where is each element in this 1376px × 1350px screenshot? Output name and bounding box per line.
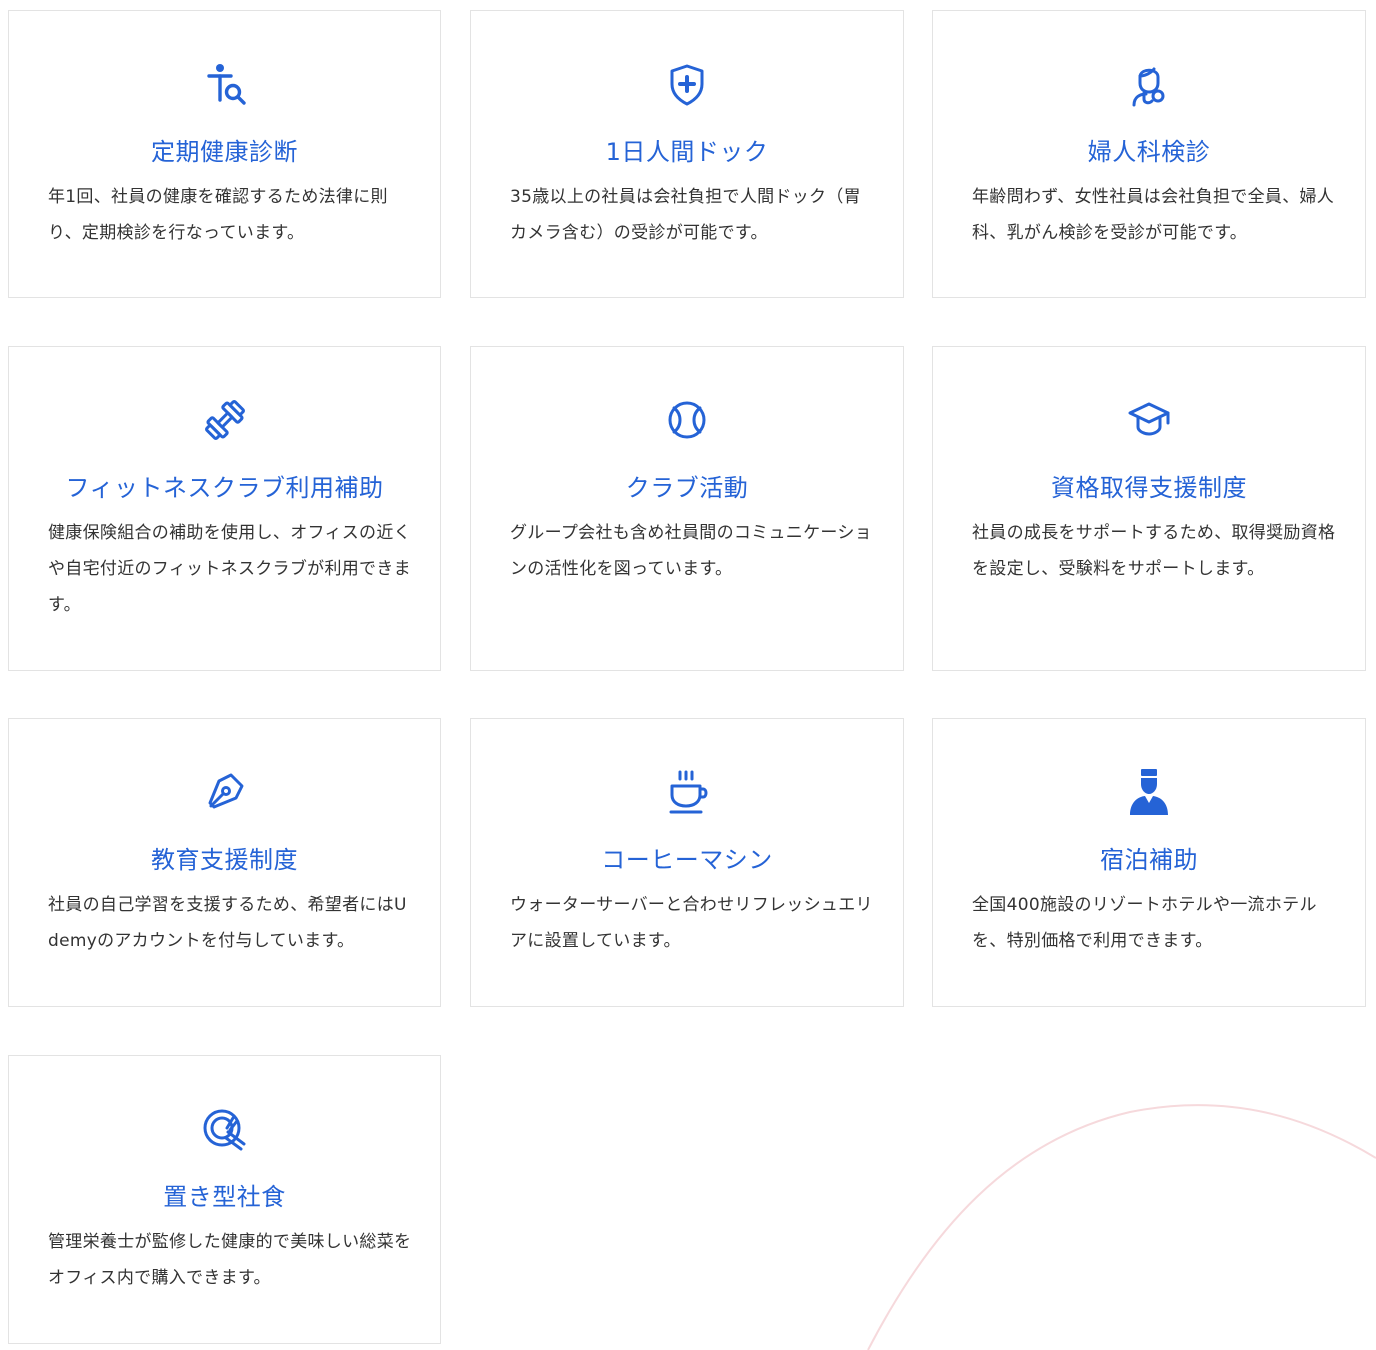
woman-stethoscope-icon	[1124, 59, 1174, 109]
benefit-title: 資格取得支援制度	[1051, 474, 1247, 502]
benefit-title: 置き型社食	[163, 1183, 286, 1211]
benefit-description: 社員の自己学習を支援するため、希望者にはUdemyのアカウントを付与しています。	[48, 895, 407, 951]
graduation-cap-icon	[1124, 395, 1174, 445]
benefit-description: 全国400施設のリゾートホテルや一流ホテルを、特別価格で利用できます。	[972, 895, 1317, 951]
benefit-card-qualification: 資格取得支援制度 社員の成長をサポートするため、取得奨励資格を設定し、受験料をサ…	[932, 346, 1366, 671]
benefit-title: 教育支援制度	[151, 846, 298, 874]
benefit-title: 宿泊補助	[1100, 846, 1198, 874]
benefit-title: 定期健康診断	[151, 138, 298, 166]
benefit-card-medical-checkup: 1日人間ドック 35歳以上の社員は会社負担で人間ドック（胃カメラ含む）の受診が可…	[470, 10, 904, 298]
benefit-description: ウォーターサーバーと合わせリフレッシュエリアに設置しています。	[510, 895, 873, 951]
pen-nib-icon	[200, 767, 250, 817]
benefit-title: フィットネスクラブ利用補助	[65, 474, 384, 502]
benefit-card-accommodation: 宿泊補助 全国400施設のリゾートホテルや一流ホテルを、特別価格で利用できます。	[932, 718, 1366, 1007]
benefit-description: 35歳以上の社員は会社負担で人間ドック（胃カメラ含む）の受診が可能です。	[510, 187, 861, 243]
benefit-description: 健康保険組合の補助を使用し、オフィスの近くや自宅付近のフィットネスクラブが利用で…	[48, 523, 411, 615]
benefit-description: グループ会社も含め社員間のコミュニケーションの活性化を図っています。	[510, 523, 872, 579]
dumbbell-icon	[200, 395, 250, 445]
shield-plus-icon	[662, 59, 712, 109]
benefit-title: コーヒーマシン	[601, 846, 773, 874]
benefit-description: 年1回、社員の健康を確認するため法律に則り、定期検診を行なっています。	[48, 187, 388, 243]
benefit-card-fitness: フィットネスクラブ利用補助 健康保険組合の補助を使用し、オフィスの近くや自宅付近…	[8, 346, 441, 671]
benefit-card-office-meals: 置き型社食 管理栄養士が監修した健康的で美味しい総菜をオフィス内で購入できます。	[8, 1055, 441, 1344]
benefit-card-health-checkup: 定期健康診断 年1回、社員の健康を確認するため法律に則り、定期検診を行なっていま…	[8, 10, 441, 298]
plate-fork-knife-icon	[200, 1104, 250, 1154]
coffee-cup-icon	[662, 767, 712, 817]
bellhop-icon	[1124, 767, 1174, 817]
benefit-description: 社員の成長をサポートするため、取得奨励資格を設定し、受験料をサポートします。	[972, 523, 1336, 579]
benefit-card-coffee: コーヒーマシン ウォーターサーバーと合わせリフレッシュエリアに設置しています。	[470, 718, 904, 1007]
benefit-card-gynecology: 婦人科検診 年齢問わず、女性社員は会社負担で全員、婦人科、乳がん検診を受診が可能…	[932, 10, 1366, 298]
benefit-description: 年齢問わず、女性社員は会社負担で全員、婦人科、乳がん検診を受診が可能です。	[972, 187, 1335, 243]
benefit-title: クラブ活動	[625, 474, 749, 502]
benefit-title: 1日人間ドック	[605, 138, 769, 166]
person-search-icon	[200, 59, 250, 109]
benefit-card-club-activities: クラブ活動 グループ会社も含め社員間のコミュニケーションの活性化を図っています。	[470, 346, 904, 671]
benefit-card-education: 教育支援制度 社員の自己学習を支援するため、希望者にはUdemyのアカウントを付…	[8, 718, 441, 1007]
benefit-title: 婦人科検診	[1087, 138, 1211, 166]
tennis-ball-icon	[662, 395, 712, 445]
benefit-description: 管理栄養士が監修した健康的で美味しい総菜をオフィス内で購入できます。	[48, 1232, 412, 1288]
